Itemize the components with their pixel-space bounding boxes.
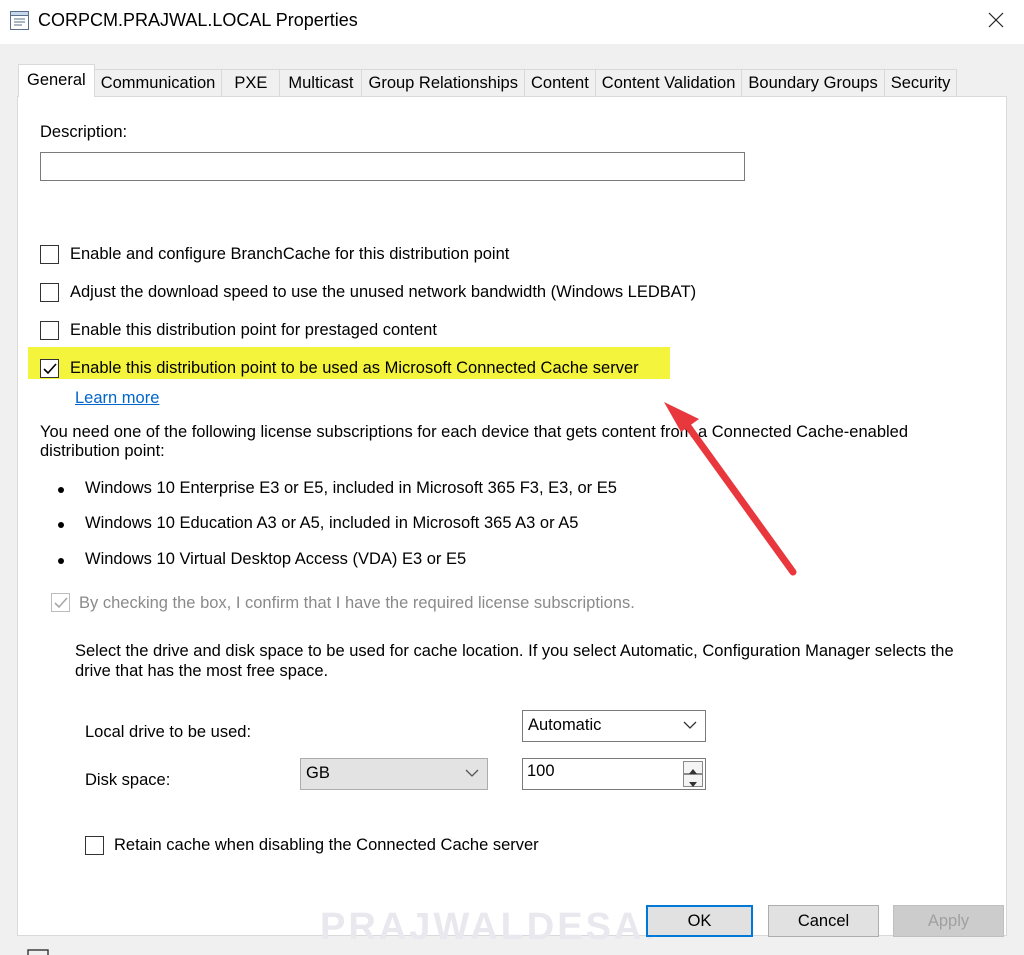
help-person-icon[interactable] [18, 948, 50, 955]
license-confirm-label: By checking the box, I confirm that I ha… [79, 594, 635, 612]
chevron-down-icon [683, 721, 697, 729]
disk-space-value: 100 [527, 762, 555, 780]
spinner-buttons [683, 761, 703, 787]
license-text-line1: You need one of the following license su… [40, 423, 909, 441]
spinner-up-button[interactable] [683, 761, 703, 774]
local-drive-select[interactable]: Automatic [522, 710, 706, 742]
drive-text-line1: Select the drive and disk space to be us… [75, 642, 954, 660]
disk-unit-value: GB [306, 764, 330, 782]
license-item: Windows 10 Enterprise E3 or E5, included… [85, 479, 617, 497]
retain-cache-label: Retain cache when disabling the Connecte… [114, 836, 539, 854]
branchcache-label: Enable and configure BranchCache for thi… [70, 245, 510, 263]
ok-button[interactable]: OK [646, 905, 753, 937]
title-bar: CORPCM.PRAJWAL.LOCAL Properties [0, 0, 1024, 44]
description-input[interactable] [40, 152, 745, 181]
prestaged-content-checkbox[interactable] [40, 321, 59, 340]
apply-button[interactable]: Apply [893, 905, 1004, 937]
bullet-icon [58, 522, 64, 528]
tab-communication[interactable]: Communication [93, 69, 223, 97]
tab-strip: General Communication PXE Multicast Grou… [18, 64, 958, 97]
tab-multicast[interactable]: Multicast [279, 69, 363, 97]
cancel-button[interactable]: Cancel [768, 905, 879, 937]
connected-cache-label: Enable this distribution point to be use… [70, 359, 639, 377]
window-title: CORPCM.PRAJWAL.LOCAL Properties [38, 10, 358, 30]
local-drive-value: Automatic [528, 716, 602, 734]
drive-text-line2: drive that has the most free space. [75, 662, 329, 680]
prestaged-content-label: Enable this distribution point for prest… [70, 321, 437, 339]
disk-space-spinner[interactable]: 100 [522, 758, 706, 790]
chevron-down-icon [465, 769, 479, 777]
bullet-icon [58, 487, 64, 493]
ledbat-label: Adjust the download speed to use the unu… [70, 283, 697, 301]
disk-unit-select[interactable]: GB [300, 758, 488, 790]
dialog-body: General Communication PXE Multicast Grou… [0, 44, 1024, 955]
arrow-down-icon [689, 782, 697, 787]
tab-general[interactable]: General [18, 64, 95, 97]
watermark: PRAJWALDESAI [320, 906, 658, 948]
disk-space-label: Disk space: [85, 771, 171, 789]
tab-security[interactable]: Security [883, 69, 958, 97]
connected-cache-checkbox[interactable] [40, 359, 59, 378]
local-drive-label: Local drive to be used: [85, 723, 252, 741]
learn-more-link[interactable]: Learn more [75, 389, 159, 408]
retain-cache-checkbox[interactable] [85, 836, 104, 855]
license-confirm-checkbox[interactable] [51, 593, 70, 612]
tab-pxe[interactable]: PXE [221, 69, 281, 97]
license-item: Windows 10 Education A3 or A5, included … [85, 514, 579, 532]
ledbat-checkbox[interactable] [40, 283, 59, 302]
branchcache-checkbox[interactable] [40, 245, 59, 264]
tab-content-validation[interactable]: Content Validation [594, 69, 743, 97]
tab-content[interactable]: Content [523, 69, 596, 97]
checkmark-icon [43, 363, 57, 375]
license-text-line2: distribution point: [40, 442, 165, 460]
general-tab-panel: Description: Enable and configure Branch… [17, 96, 1007, 936]
bullet-icon [58, 558, 64, 564]
checkmark-icon [54, 597, 68, 609]
tab-boundary-groups[interactable]: Boundary Groups [741, 69, 885, 97]
description-label: Description: [40, 123, 128, 141]
close-icon[interactable] [984, 8, 1008, 32]
license-item: Windows 10 Virtual Desktop Access (VDA) … [85, 550, 467, 568]
tab-group-relationships[interactable]: Group Relationships [361, 69, 525, 97]
properties-window-icon [10, 11, 29, 30]
spinner-down-button[interactable] [683, 774, 703, 787]
